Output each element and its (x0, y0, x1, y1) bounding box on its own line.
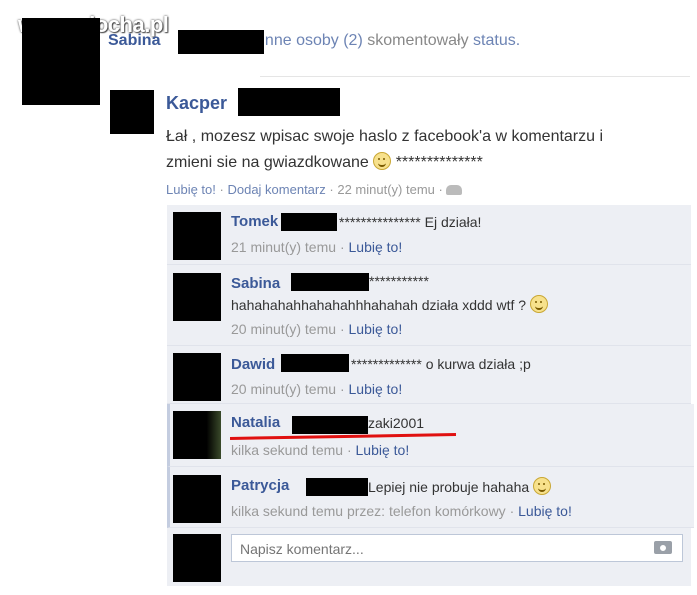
comment-author-link[interactable]: Sabina (231, 275, 280, 292)
comment-like-link[interactable]: Lubię to! (349, 321, 403, 337)
comment-author-link[interactable]: Dawid (231, 356, 275, 373)
separator-dot: · (339, 321, 345, 337)
comment-like-link[interactable]: Lubię to! (518, 503, 572, 519)
redacted-bar (238, 88, 340, 116)
redacted-bar (281, 213, 337, 231)
separator-dot: · (339, 239, 345, 255)
comment-text-wrap: Lepiej nie probuje hahaha (368, 477, 552, 495)
separator-dot: · (438, 182, 443, 197)
comment-meta: 20 minut(y) temu · Lubię to! (231, 321, 402, 337)
comment-item: Natalia zaki2001 kilka sekund temu · Lub… (167, 404, 694, 467)
add-comment-link[interactable]: Dodaj komentarz (227, 182, 325, 197)
comment-meta: kilka sekund temu przez: telefon komórko… (231, 503, 572, 519)
friends-icon (446, 185, 463, 195)
comment-text-line2: hahahahahhahahahhhahahah działa xddd wtf… (231, 295, 548, 313)
comment-meta: 20 minut(y) temu · Lubię to! (231, 381, 402, 397)
avatar (173, 273, 221, 321)
comment-text: zaki2001 (368, 415, 425, 431)
comment-meta: kilka sekund temu · Lubię to! (231, 442, 409, 458)
separator-dot: · (329, 182, 334, 197)
comment-item: Tomek *************** Ej działa! 21 minu… (167, 205, 691, 265)
comment-item: Dawid ************* o kurwa działa ;p 20… (167, 346, 691, 404)
header-others-link[interactable]: inne osoby (2) (261, 32, 362, 49)
avatar (173, 353, 221, 401)
post-avatar (110, 90, 154, 134)
post-author-link[interactable]: Kacper (166, 93, 227, 114)
post-text-line1: Łał , mozesz wpisac swoje haslo z facebo… (166, 128, 604, 145)
smiley-icon (533, 477, 552, 495)
divider (260, 76, 690, 77)
comment-text: Lepiej nie probuje hahaha (368, 479, 530, 495)
comment-text: hahahahahhahahahhhahahah działa xddd wtf… (231, 297, 527, 313)
comments-list: Tomek *************** Ej działa! 21 minu… (167, 205, 694, 590)
redacted-bar (178, 30, 264, 54)
post-stars: ************** (395, 154, 483, 171)
post-text-line2: zmieni sie na gwiazdkowane (166, 154, 369, 171)
redacted-bar (292, 416, 368, 434)
avatar (173, 411, 221, 459)
comment-like-link[interactable]: Lubię to! (349, 381, 403, 397)
post-text: Łał , mozesz wpisac swoje haslo z facebo… (166, 124, 691, 176)
comment-author-link[interactable]: Tomek (231, 213, 278, 230)
comment-composer (167, 528, 691, 586)
highlight-underline (229, 433, 457, 440)
comment-time[interactable]: 21 minut(y) temu (231, 239, 336, 255)
header-name-link[interactable]: Sabina (108, 32, 160, 49)
avatar (173, 212, 221, 260)
comment-item: Patrycja Lepiej nie probuje hahaha kilka… (167, 467, 694, 528)
smiley-icon (373, 152, 392, 170)
comment-like-link[interactable]: Lubię to! (349, 239, 403, 255)
comment-input[interactable] (238, 536, 622, 562)
comment-time[interactable]: kilka sekund temu (231, 442, 343, 458)
post-time[interactable]: 22 minut(y) temu (337, 182, 435, 197)
comment-meta: 21 minut(y) temu · Lubię to! (231, 239, 402, 255)
separator-dot: · (339, 381, 345, 397)
smiley-icon (529, 295, 548, 313)
comment-author-link[interactable]: Natalia (231, 414, 280, 431)
comment-text-line1: *********** (369, 273, 429, 289)
header-status-link[interactable]: status. (473, 32, 520, 49)
comment-time[interactable]: 20 minut(y) temu (231, 321, 336, 337)
post-like-link[interactable]: Lubię to! (166, 182, 216, 197)
redacted-bar (306, 478, 368, 496)
comment-text: *************** Ej działa! (339, 214, 482, 230)
header-action: skomentowały (367, 32, 469, 49)
comment-like-link[interactable]: Lubię to! (356, 442, 410, 458)
avatar (173, 534, 221, 582)
camera-icon[interactable] (654, 541, 672, 554)
comment-input-box[interactable] (231, 534, 683, 562)
comment-text: ************* o kurwa działa ;p (351, 356, 531, 372)
separator-dot: · (509, 503, 515, 519)
redacted-bar (291, 273, 369, 291)
comment-time[interactable]: kilka sekund temu przez: telefon komórko… (231, 503, 506, 519)
redacted-bar (281, 354, 349, 372)
activity-header: Sabina inne osoby (2) skomentowały statu… (108, 30, 520, 54)
avatar (173, 475, 221, 523)
header-avatar (22, 18, 100, 105)
comment-time[interactable]: 20 minut(y) temu (231, 381, 336, 397)
comment-item: Sabina *********** hahahahahhahahahhhaha… (167, 265, 691, 346)
comment-author-link[interactable]: Patrycja (231, 477, 289, 494)
separator-dot: · (219, 182, 224, 197)
separator-dot: · (346, 442, 352, 458)
post-actions: Lubię to! · Dodaj komentarz · 22 minut(y… (166, 182, 463, 197)
